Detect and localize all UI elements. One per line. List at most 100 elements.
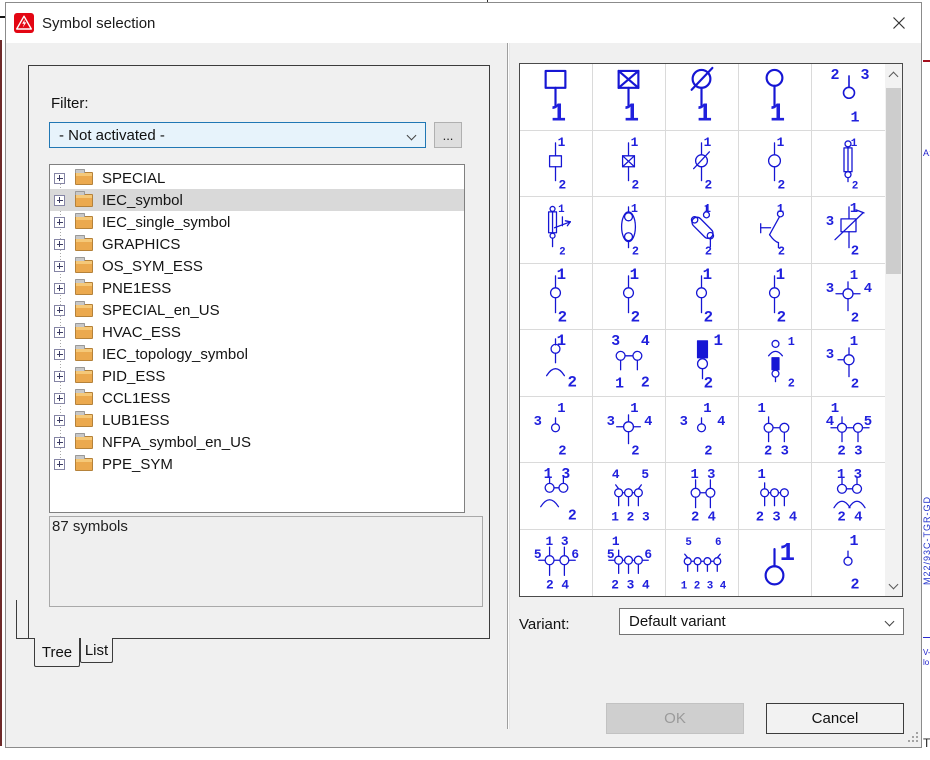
- symbol-fuse-disconnector[interactable]: 12: [520, 197, 593, 264]
- tree-item-label[interactable]: SPECIAL: [102, 170, 165, 187]
- splitter[interactable]: [507, 43, 510, 729]
- filter-browse-button[interactable]: ...: [434, 122, 462, 148]
- symbol-circuit-breaker[interactable]: 12: [666, 197, 739, 264]
- symbol-socket-earth[interactable]: 12: [520, 330, 593, 397]
- resize-grip-icon[interactable]: [906, 732, 918, 744]
- symbol-socket-outlet-4[interactable]: 12: [739, 264, 812, 331]
- symbol-socket-pin-4[interactable]: 3142: [666, 397, 739, 464]
- symbol-socket-quad[interactable]: 561 2 3 4: [666, 530, 739, 597]
- tree-item-LUB1ESS[interactable]: LUB1ESS: [50, 409, 464, 431]
- tree-item-CCL1ESS[interactable]: CCL1ESS: [50, 387, 464, 409]
- expand-plus-icon[interactable]: [54, 217, 65, 228]
- symbol-plug-socket-pair[interactable]: 12: [739, 330, 812, 397]
- symbol-plug-square-crossed[interactable]: 1: [593, 64, 666, 131]
- symbol-socket-outlet-3[interactable]: 12: [666, 264, 739, 331]
- tab-tree[interactable]: Tree: [34, 638, 80, 667]
- cancel-label: Cancel: [812, 710, 859, 727]
- symbol-inline-square-crossed[interactable]: 12: [593, 131, 666, 198]
- symbol-inline-square[interactable]: 12: [520, 131, 593, 198]
- tree-item-label[interactable]: PID_ESS: [102, 368, 165, 385]
- expand-plus-icon[interactable]: [54, 283, 65, 294]
- tree-item-GRAPHICS[interactable]: GRAPHICS: [50, 233, 464, 255]
- expand-plus-icon[interactable]: [54, 349, 65, 360]
- tree-item-NFPA_symbol_en_US[interactable]: NFPA_symbol_en_US: [50, 431, 464, 453]
- symbol-socket-twin-updown[interactable]: 1 32 4: [666, 463, 739, 530]
- symbol-plug-circle[interactable]: 1: [739, 64, 812, 131]
- tree-item-SPECIAL_en_US[interactable]: SPECIAL_en_US: [50, 299, 464, 321]
- filter-combobox[interactable]: - Not activated -: [49, 122, 426, 148]
- tree-item-IEC_single_symbol[interactable]: IEC_single_symbol: [50, 211, 464, 233]
- tree-item-label[interactable]: IEC_topology_symbol: [102, 346, 248, 363]
- symbol-socket-outlet-1[interactable]: 12: [520, 264, 593, 331]
- variant-combobox[interactable]: Default variant: [619, 608, 904, 635]
- symbol-plug-square[interactable]: 1: [520, 64, 593, 131]
- titlebar[interactable]: Symbol selection: [6, 3, 921, 43]
- tree-list[interactable]: SPECIAL IEC_symbol IEC_single_symbol GRAPHI…: [49, 164, 465, 513]
- tree-item-PID_ESS[interactable]: PID_ESS: [50, 365, 464, 387]
- tree-item-label[interactable]: OS_SYM_ESS: [102, 258, 203, 275]
- symbol-socket-3way[interactable]: 312: [812, 330, 885, 397]
- symbol-socket-4way-2[interactable]: 3142: [593, 397, 666, 464]
- symbol-inline-circle-slashed[interactable]: 12: [666, 131, 739, 198]
- symbol-plug-rect-socket[interactable]: 12: [666, 330, 739, 397]
- symbol-socket-twin-earth[interactable]: 1 32: [520, 463, 593, 530]
- symbol-socket-triple[interactable]: 451 2 3: [593, 463, 666, 530]
- chevron-up-icon: [889, 72, 899, 82]
- tree-item-label[interactable]: NFPA_symbol_en_US: [102, 434, 251, 451]
- symbol-discharge-lamp[interactable]: 12: [593, 197, 666, 264]
- tree-item-label[interactable]: LUB1ESS: [102, 412, 170, 429]
- symbol-socket-twin-earths[interactable]: 1 32 4: [812, 463, 885, 530]
- tree-item-label[interactable]: IEC_single_symbol: [102, 214, 230, 231]
- symbol-socket-triple-up[interactable]: 12 3 4: [739, 463, 812, 530]
- scrollbar-thumb[interactable]: [886, 88, 901, 274]
- tree-item-label[interactable]: PNE1ESS: [102, 280, 171, 297]
- symbol-socket-pin-up[interactable]: 231: [812, 64, 885, 131]
- tree-item-SPECIAL[interactable]: SPECIAL: [50, 167, 464, 189]
- close-button[interactable]: [883, 7, 915, 39]
- expand-plus-icon[interactable]: [54, 239, 65, 250]
- symbol-socket-pin-3[interactable]: 312: [520, 397, 593, 464]
- scroll-up-button[interactable]: [885, 64, 902, 85]
- tab-list[interactable]: List: [80, 638, 113, 663]
- scroll-down-button[interactable]: [885, 575, 902, 596]
- symbol-socket-twin-sides[interactable]: 4152 3: [812, 397, 885, 464]
- symbol-plug-circle-slashed[interactable]: 1: [666, 64, 739, 131]
- tree-item-label[interactable]: SPECIAL_en_US: [102, 302, 220, 319]
- symbol-switch-contact[interactable]: 12: [739, 197, 812, 264]
- expand-plus-icon[interactable]: [54, 415, 65, 426]
- expand-plus-icon[interactable]: [54, 327, 65, 338]
- tree-item-PNE1ESS[interactable]: PNE1ESS: [50, 277, 464, 299]
- symbol-varistor[interactable]: 312: [812, 197, 885, 264]
- tree-item-HVAC_ESS[interactable]: HVAC_ESS: [50, 321, 464, 343]
- expand-plus-icon[interactable]: [54, 173, 65, 184]
- tree-item-PPE_SYM[interactable]: PPE_SYM: [50, 453, 464, 475]
- expand-plus-icon[interactable]: [54, 437, 65, 448]
- tree-item-IEC_symbol[interactable]: IEC_symbol: [50, 189, 464, 211]
- symbol-socket-triple-up-sides[interactable]: 5162 3 4: [593, 530, 666, 597]
- ok-button[interactable]: OK: [606, 703, 744, 734]
- symbol-socket-4way[interactable]: 3142: [812, 264, 885, 331]
- tree-item-label[interactable]: CCL1ESS: [102, 390, 170, 407]
- cancel-button[interactable]: Cancel: [766, 703, 904, 734]
- expand-plus-icon[interactable]: [54, 195, 65, 206]
- symbol-socket-twin-updown-sides[interactable]: 51 362 4: [520, 530, 593, 597]
- tree-item-label[interactable]: HVAC_ESS: [102, 324, 181, 341]
- expand-plus-icon[interactable]: [54, 371, 65, 382]
- symbol-plug-circle-large[interactable]: 1: [739, 530, 812, 597]
- symbol-socket-pin-up-small[interactable]: 12: [812, 530, 885, 597]
- symbol-grid-scrollbar[interactable]: [885, 63, 903, 597]
- tree-item-label[interactable]: IEC_symbol: [102, 192, 183, 209]
- tree-item-OS_SYM_ESS[interactable]: OS_SYM_ESS: [50, 255, 464, 277]
- expand-plus-icon[interactable]: [54, 393, 65, 404]
- symbol-socket-double-legs[interactable]: 3412: [593, 330, 666, 397]
- tree-item-label[interactable]: GRAPHICS: [102, 236, 180, 253]
- symbol-socket-twin[interactable]: 12 3: [739, 397, 812, 464]
- symbol-fuse[interactable]: 12: [812, 131, 885, 198]
- tree-item-label[interactable]: PPE_SYM: [102, 456, 173, 473]
- tree-item-IEC_topology_symbol[interactable]: IEC_topology_symbol: [50, 343, 464, 365]
- symbol-socket-outlet-2[interactable]: 12: [593, 264, 666, 331]
- expand-plus-icon[interactable]: [54, 305, 65, 316]
- expand-plus-icon[interactable]: [54, 261, 65, 272]
- expand-plus-icon[interactable]: [54, 459, 65, 470]
- symbol-inline-circle[interactable]: 12: [739, 131, 812, 198]
